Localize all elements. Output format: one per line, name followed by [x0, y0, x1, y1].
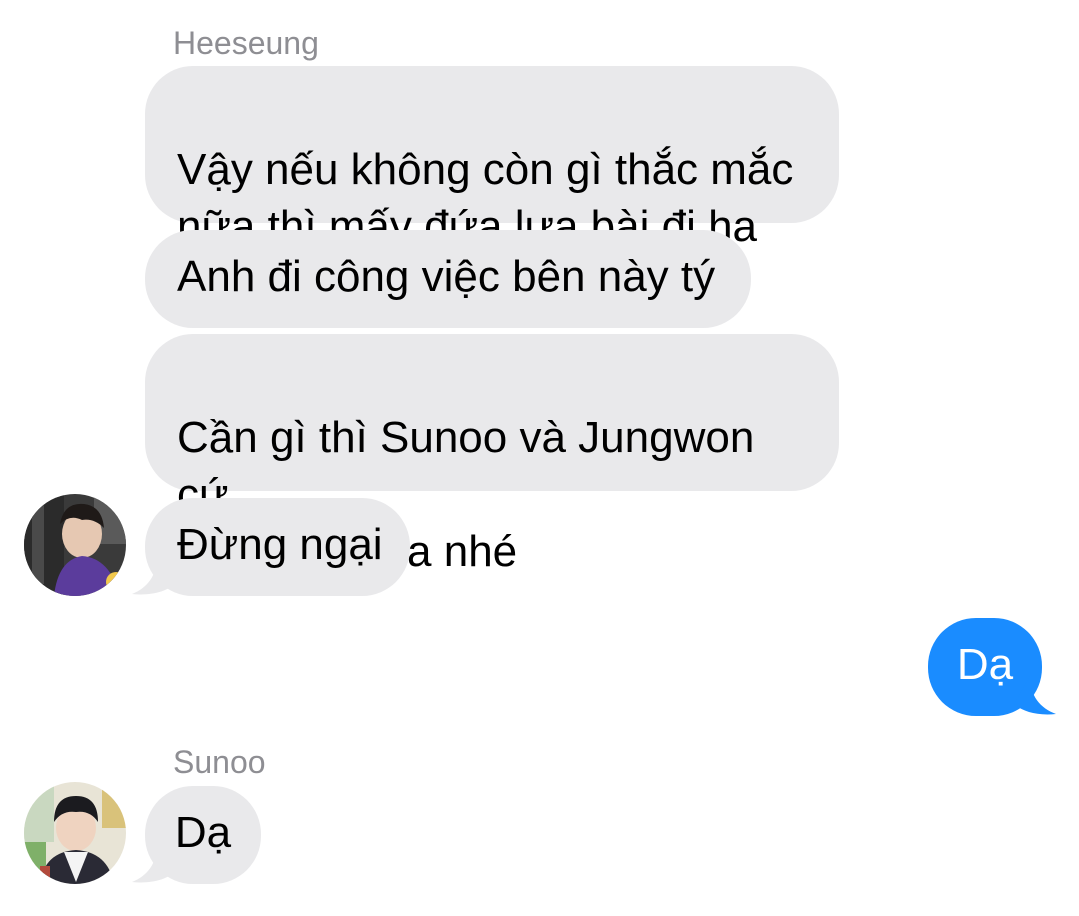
- sender-name-sunoo: Sunoo: [173, 744, 266, 780]
- message-text: Dạ: [956, 640, 1014, 689]
- incoming-bubble-tail: [132, 556, 175, 595]
- message-bubble-incoming[interactable]: Anh đi công việc bên này tý: [145, 230, 751, 328]
- sunoo-avatar-icon[interactable]: [24, 782, 126, 884]
- message-bubble-incoming[interactable]: Vậy nếu không còn gì thắc mắc nữa thì mấ…: [145, 66, 839, 251]
- message-text: Anh đi công việc bên này tý: [177, 252, 716, 301]
- message-bubble-incoming[interactable]: Đừng ngại: [145, 498, 410, 596]
- incoming-bubble-tail: [132, 844, 175, 883]
- sender-name-heeseung: Heeseung: [173, 25, 319, 61]
- message-bubble-incoming[interactable]: Cần gì thì Sunoo và Jungwon cứ hỏi 2 đứa…: [145, 334, 839, 576]
- message-text: Đừng ngại: [177, 520, 383, 569]
- heeseung-avatar-icon[interactable]: [24, 494, 126, 596]
- outgoing-bubble-tail: [1014, 676, 1056, 715]
- message-text: Dạ: [174, 808, 232, 857]
